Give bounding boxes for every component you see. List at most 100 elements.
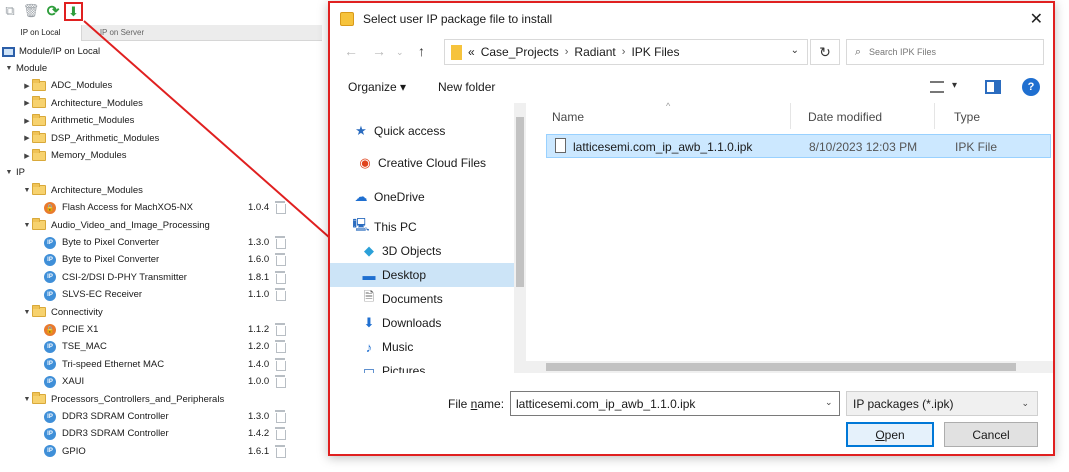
delete-ip-icon[interactable] [274,427,286,441]
breadcrumb-case-projects[interactable]: Case_Projects [481,45,559,59]
delete-ip-icon[interactable] [274,236,286,249]
delete-ip-icon[interactable] [274,270,286,284]
delete-ip-icon[interactable] [274,340,286,354]
nav-item-downloads[interactable]: ⬇ Downloads [330,311,514,335]
tree-item[interactable]: ▼ IP [4,164,25,181]
tree-item[interactable]: IP CSI-2/DSI D-PHY Transmitter [44,269,187,286]
nav-scrollbar[interactable] [514,103,526,373]
tree-item[interactable]: ▶ Memory_Modules [22,147,127,164]
tree-item[interactable]: ▶ Arithmetic_Modules [22,112,134,129]
ip-version: 1.6.0 [248,254,270,266]
breadcrumb-radiant[interactable]: Radiant [574,45,615,59]
tree-item[interactable]: ▶ ADC_Modules [22,77,112,94]
nav-item-pictures[interactable]: ▭ Pictures [330,359,514,373]
collapsed-arrow-icon[interactable]: ▶ [22,134,32,142]
tree-item[interactable]: ▼ Audio_Video_and_Image_Processing [22,217,210,234]
collapsed-arrow-icon[interactable]: ▶ [22,152,32,160]
chevron-down-icon[interactable]: ▾ [952,80,957,91]
new-folder-button[interactable]: New folder [438,80,495,94]
view-options-icon[interactable] [930,81,944,93]
expanded-arrow-icon[interactable]: ▼ [4,169,14,176]
preview-pane-icon[interactable] [985,80,1001,94]
nav-item-quick-access[interactable]: ★ Quick access [330,119,514,143]
column-name[interactable]: Name [552,110,584,124]
tree-item[interactable]: IP Byte to Pixel Converter [44,234,159,251]
nav-item-documents[interactable]: 🗎 Documents [330,287,514,311]
column-divider[interactable] [790,103,791,129]
tree-item[interactable]: 🔒 PCIE X1 [44,321,98,338]
expanded-arrow-icon[interactable]: ▼ [22,222,32,229]
nav-scroll-thumb[interactable] [516,117,524,287]
chevron-down-icon[interactable]: ⌄ [791,45,799,56]
back-arrow-icon[interactable]: ← [344,43,358,59]
delete-ip-icon[interactable] [274,323,286,336]
view-info-icon[interactable]: ⧉ [2,3,18,19]
recent-dropdown-icon[interactable]: ⌄ [396,47,404,58]
tree-item[interactable]: IP Byte to Pixel Converter [44,251,159,268]
chevron-down-icon[interactable]: ⌄ [825,397,833,408]
tree-item[interactable]: ▼ Module [4,60,48,77]
tree-item[interactable]: IP Tri-speed Ethernet MAC [44,356,164,373]
expanded-arrow-icon[interactable]: ▼ [22,309,32,316]
tree-item[interactable]: ▶ DSP_Arithmetic_Modules [22,130,159,147]
up-arrow-icon[interactable]: ↑ [418,43,425,59]
tree-item[interactable]: ▼ Architecture_Modules [22,182,143,199]
file-type-select[interactable]: IP packages (*.ipk) ⌄ [846,391,1038,416]
tree-item[interactable]: ▼ Connectivity [22,304,103,321]
nav-item-music[interactable]: ♪ Music [330,335,514,359]
tree-root[interactable]: Module/IP on Local [2,43,100,60]
tree-item[interactable]: IP TSE_MAC [44,338,107,355]
address-overflow[interactable]: « [468,45,475,59]
tree-item[interactable]: 🔒 Flash Access for MachXO5-NX [44,199,193,216]
refresh-icon[interactable]: ⟳ [45,3,61,20]
breadcrumb-ipk-files[interactable]: IPK Files [631,45,679,59]
tree-item-label: DDR3 SDRAM Controller [62,428,169,440]
close-button[interactable]: ✕ [1030,9,1043,29]
nav-item-desktop[interactable]: ▬ Desktop [330,263,514,287]
tab-ip-on-local[interactable]: IP on Local [0,25,82,41]
organize-menu[interactable]: Organize ▾ [348,80,406,94]
tab-ip-on-server[interactable]: IP on Server [83,25,161,41]
tree-item[interactable]: ▶ Architecture_Modules [22,95,143,112]
tree-item[interactable]: IP DDR3 SDRAM Controller [44,408,169,425]
nav-item-this-pc[interactable]: 🖳 This PC [330,215,514,239]
tree-item[interactable]: ▼ Processors_Controllers_and_Peripherals [22,391,224,408]
refresh-button[interactable]: ↻ [810,39,840,65]
expanded-arrow-icon[interactable]: ▼ [4,65,14,72]
forward-arrow-icon[interactable]: → [372,43,386,59]
delete-ip-icon[interactable] [274,375,286,389]
file-type: IPK File [955,140,998,154]
collapsed-arrow-icon[interactable]: ▶ [22,99,32,107]
open-button[interactable]: Open [846,422,934,447]
delete-ip-icon[interactable] [274,201,286,215]
delete-ip-icon[interactable] [274,444,286,458]
cancel-button[interactable]: Cancel [944,422,1038,447]
search-input[interactable]: ⌕ Search IPK Files [846,39,1044,65]
install-ip-package-button[interactable]: ⬇ [64,2,83,21]
column-type[interactable]: Type [954,110,980,124]
file-row[interactable]: latticesemi.com_ip_awb_1.1.0.ipk 8/10/20… [546,134,1051,158]
tree-item[interactable]: IP XAUI [44,373,84,390]
address-bar[interactable]: « Case_Projects › Radiant › IPK Files ⌄ [444,39,808,65]
file-list-scroll-thumb[interactable] [546,363,1016,371]
expanded-arrow-icon[interactable]: ▼ [22,396,32,403]
tree-item[interactable]: IP DDR3 SDRAM Controller [44,425,169,442]
nav-item-3d-objects[interactable]: ◆ 3D Objects [330,239,514,263]
tree-item[interactable]: IP GPIO [44,443,86,460]
nav-item-creative-cloud[interactable]: ◉ Creative Cloud Files [330,151,514,175]
delete-ip-icon[interactable] [274,410,286,423]
delete-ip-icon[interactable] [274,288,286,302]
column-date-modified[interactable]: Date modified [808,110,882,124]
collapsed-arrow-icon[interactable]: ▶ [22,82,32,90]
delete-ip-icon[interactable] [274,357,286,371]
collapsed-arrow-icon[interactable]: ▶ [22,117,32,125]
help-icon[interactable]: ? [1022,78,1040,96]
tree-item[interactable]: IP SLVS-EC Receiver [44,286,142,303]
expanded-arrow-icon[interactable]: ▼ [22,187,32,194]
file-name-input[interactable] [510,391,840,416]
nav-item-onedrive[interactable]: ☁ OneDrive [330,185,514,209]
column-divider[interactable] [934,103,935,129]
delete-ip-icon[interactable] [274,253,286,267]
delete-icon[interactable]: 🗑 [23,3,40,19]
file-list-scrollbar[interactable] [526,361,1053,373]
